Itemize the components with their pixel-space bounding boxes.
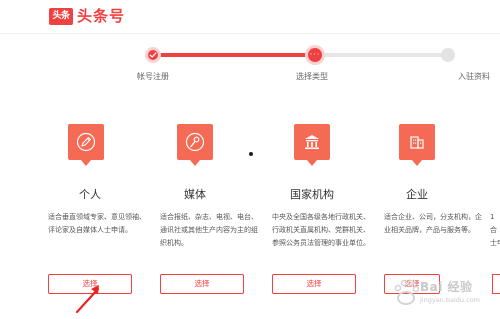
select-media-button[interactable]: 选择 <box>160 274 244 294</box>
card-personal: 个人 适合垂直领域专家、意见领袖、评论家及自媒体人士申请。 选择 <box>48 124 148 294</box>
card-enterprise: 企业 适合企业、公司，分支机构，企业相关品牌，产品与服务等。 选择 <box>384 124 484 294</box>
header-divider <box>0 33 500 34</box>
card-title: 个人 <box>79 188 101 201</box>
logo-badge[interactable]: 头条 <box>49 8 73 25</box>
annotation-arrow-icon <box>75 285 100 314</box>
card-description: 适合垂直领域专家、意见领袖、评论家及自媒体人士申请。 <box>48 213 146 234</box>
partial-card-text: 1 合 士申 <box>490 213 500 247</box>
card-title: 企业 <box>406 188 428 201</box>
card-title: 国家机构 <box>290 188 334 201</box>
watermark-text: Bai 经验 <box>420 280 473 294</box>
step-label-register: 帐号注册 <box>137 72 169 81</box>
card-description: 适合企业、公司，分支机构，企业相关品牌，产品与服务等。 <box>384 213 482 234</box>
card-description: 适合报纸、杂志、电视、电台、通讯社或其他生产内容为主的组织机构。 <box>160 213 258 247</box>
progress-track-done <box>152 53 315 57</box>
step-3-pending-dot <box>441 48 455 62</box>
card-media: 媒体 适合报纸、杂志、电视、电台、通讯社或其他生产内容为主的组织机构。 选择 <box>160 124 260 294</box>
watermark-url: jingyan.baidu.com <box>420 296 480 304</box>
step-2-current-icon: ··· <box>305 45 325 65</box>
card-government: 国家机构 中央及全国各级各地行政机关、行政机关直属机构、党群机关、参照公务员法管… <box>272 124 372 294</box>
card-description: 中央及全国各级各地行政机关、行政机关直属机构、党群机关、参照公务员法管理的事业单… <box>272 213 370 247</box>
step-label-profile: 入驻资料 <box>458 72 490 81</box>
logo-text[interactable]: 头条号 <box>77 6 125 26</box>
card-title: 媒体 <box>184 188 206 201</box>
government-building-icon <box>294 124 330 166</box>
select-government-button[interactable]: 选择 <box>272 274 356 294</box>
microphone-icon <box>177 124 213 166</box>
top-header: 头条 头条号 <box>0 0 500 33</box>
progress-track-pending <box>315 53 448 57</box>
step-label-select-type: 选择类型 <box>296 72 328 81</box>
step-1-check-icon <box>145 47 161 63</box>
office-building-icon <box>399 124 435 166</box>
pen-icon <box>68 124 104 166</box>
